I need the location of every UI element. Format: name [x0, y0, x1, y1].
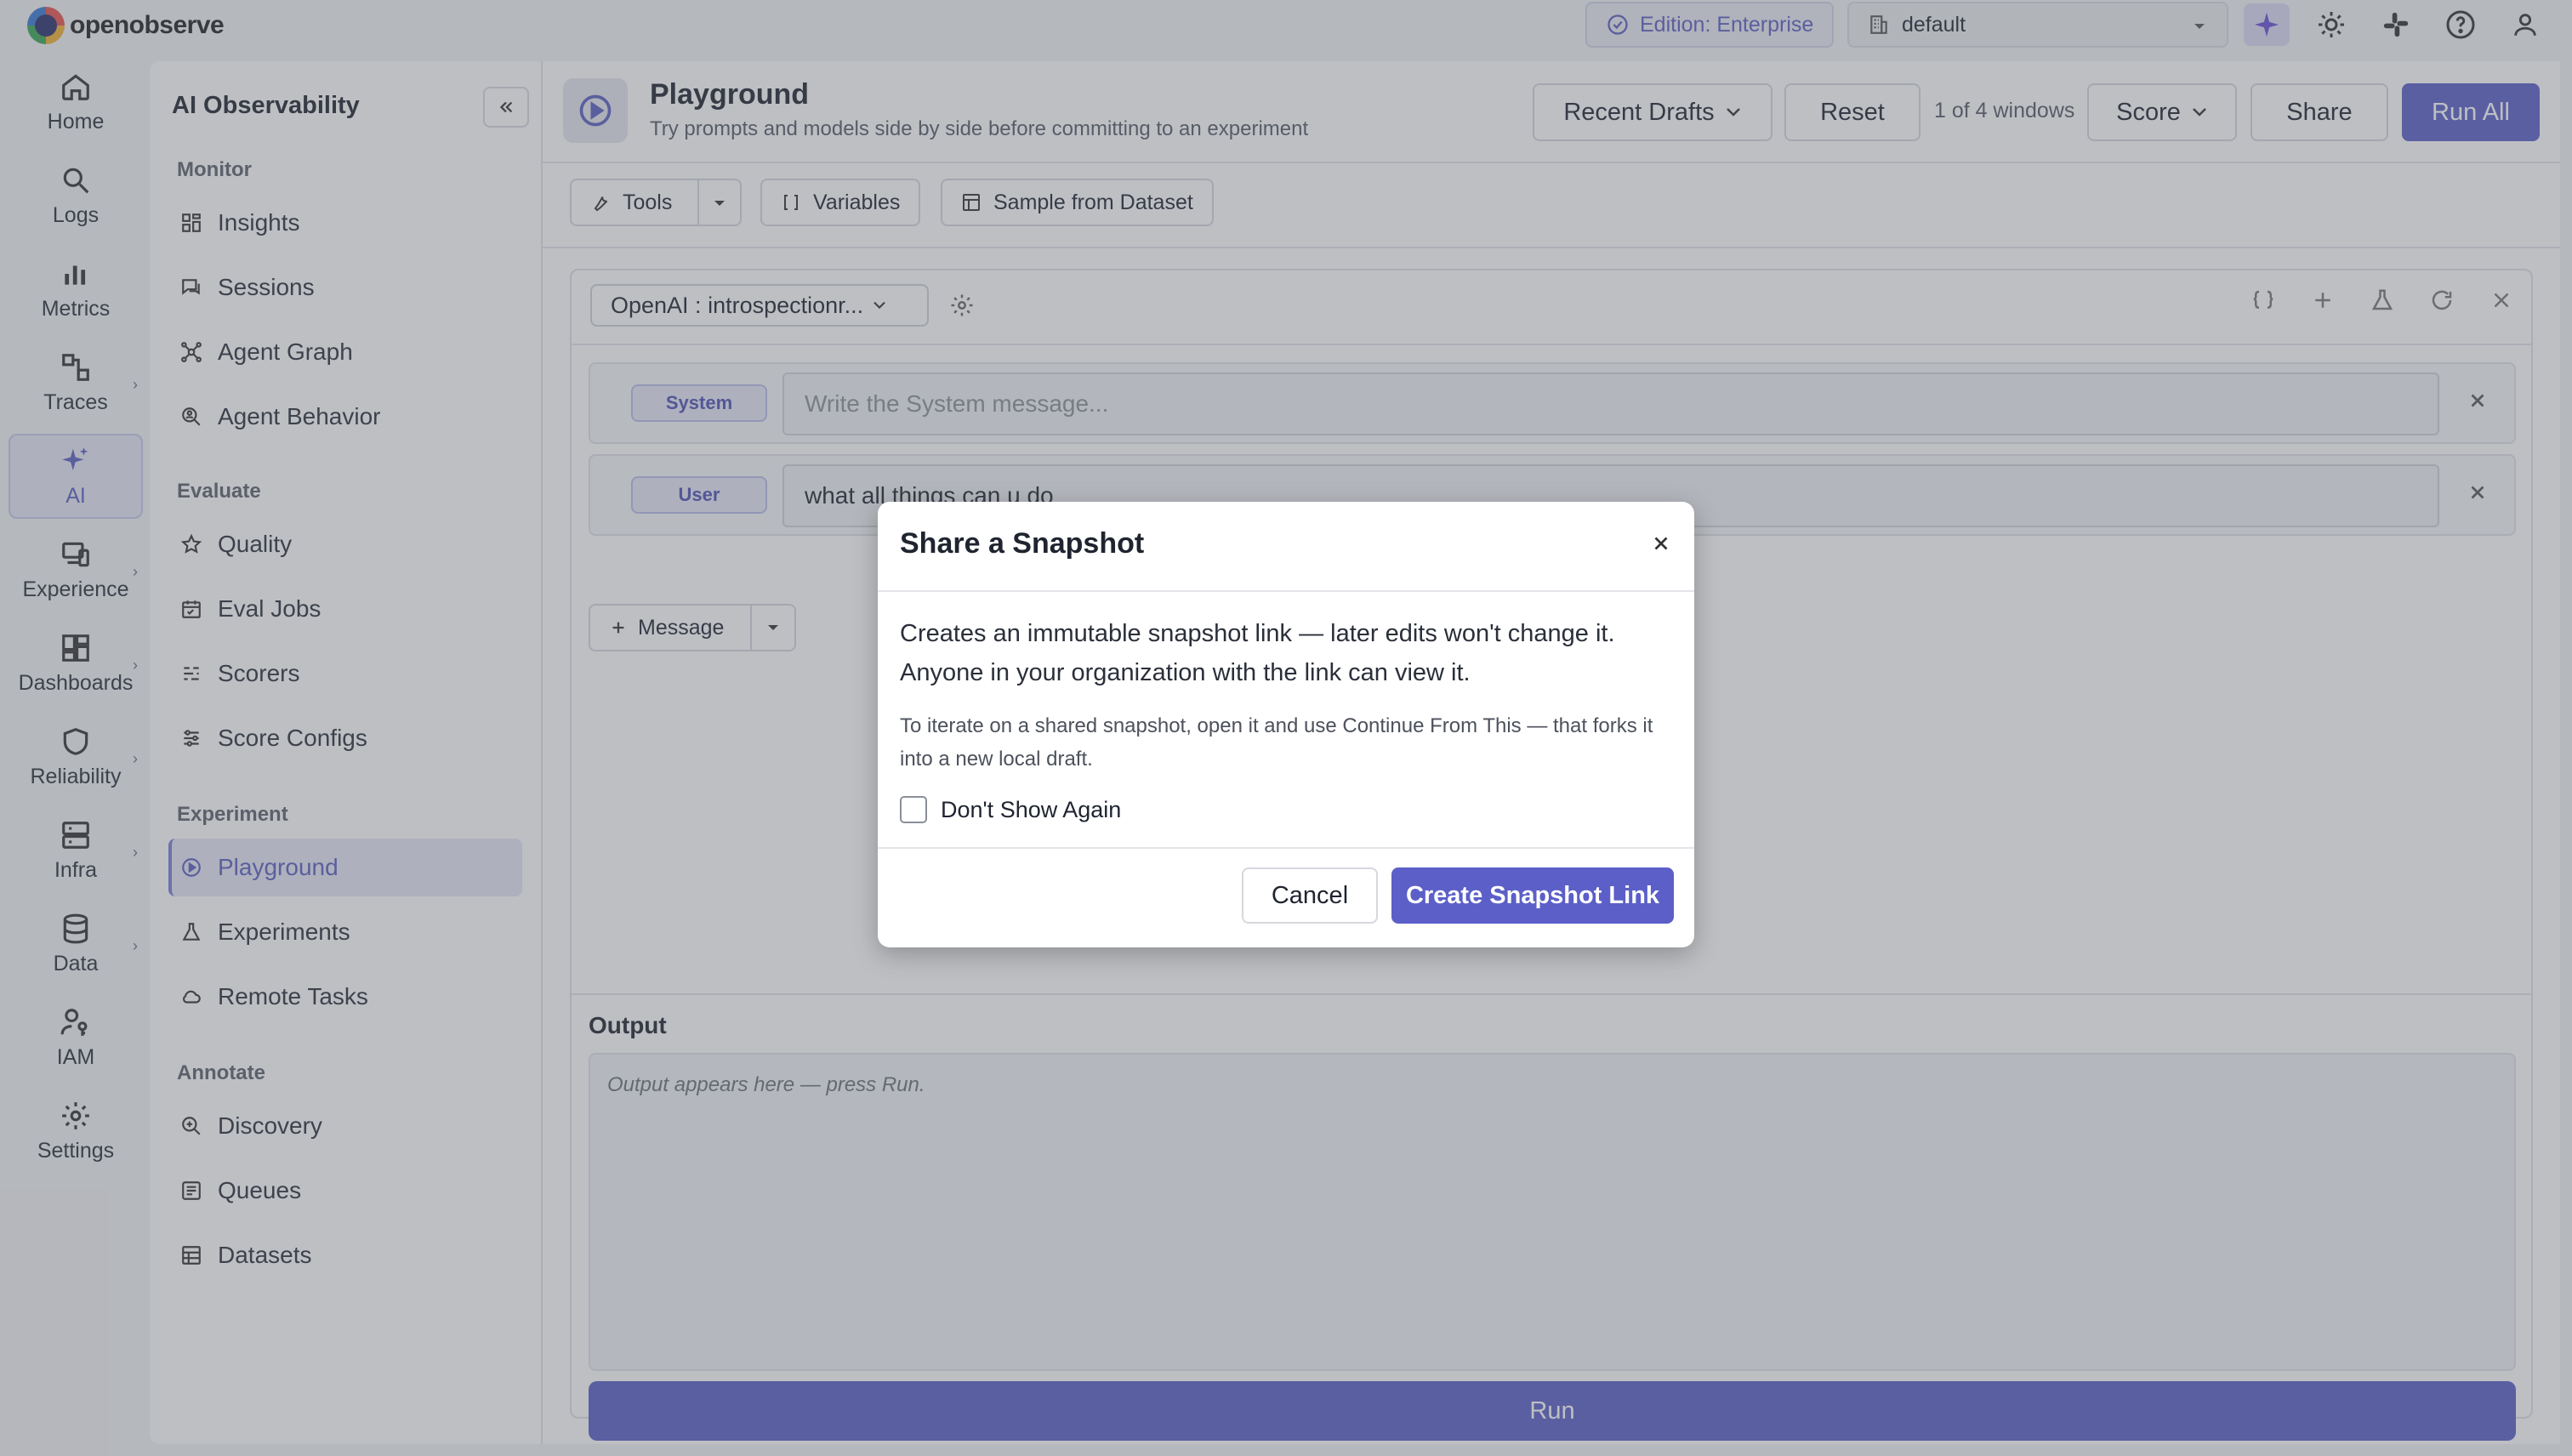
share-snapshot-dialog: Share a Snapshot Creates an immutable sn…	[878, 502, 1694, 947]
create-snapshot-link-button[interactable]: Create Snapshot Link	[1391, 867, 1674, 924]
dialog-close-button[interactable]	[1650, 532, 1672, 555]
checkbox-box[interactable]	[900, 796, 927, 823]
dialog-footer-divider	[878, 847, 1694, 849]
dialog-description: Creates an immutable snapshot link — lat…	[900, 620, 1615, 686]
dialog-hint: To iterate on a shared snapshot, open it…	[900, 714, 1653, 771]
dialog-title: Share a Snapshot	[900, 527, 1145, 560]
close-icon	[1654, 537, 1668, 550]
cancel-button[interactable]: Cancel	[1242, 867, 1378, 924]
dialog-header-divider	[878, 590, 1694, 592]
dont-show-again-checkbox[interactable]: Don't Show Again	[900, 796, 1121, 823]
checkbox-label: Don't Show Again	[941, 796, 1122, 822]
